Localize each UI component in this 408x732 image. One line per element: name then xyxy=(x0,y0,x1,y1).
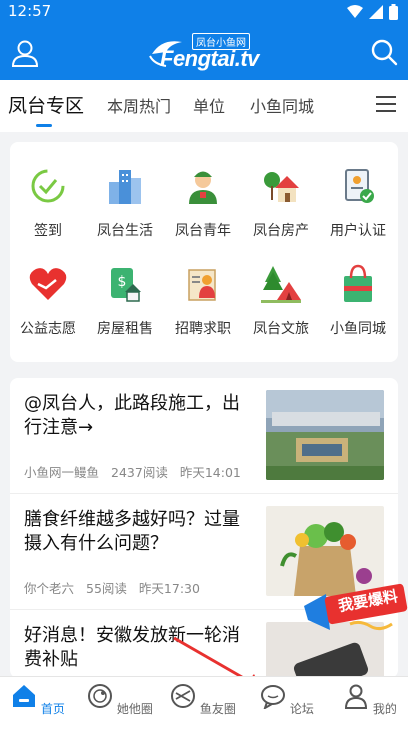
news-time: 昨天17:30 xyxy=(138,581,200,596)
grid-item-house-rental[interactable]: $ 房屋租售 xyxy=(87,264,163,338)
news-reads: 55阅读 xyxy=(86,581,127,596)
tab-units[interactable]: 单位 xyxy=(193,93,225,117)
id-verify-icon xyxy=(345,169,374,203)
grid-label: 凤台青年 xyxy=(175,223,231,239)
house-icon xyxy=(264,172,299,202)
grid-item-fengtai-housing[interactable]: 凤台房产 xyxy=(243,166,319,240)
grid-label: 小鱼同城 xyxy=(330,321,386,337)
app-header: 凤台小鱼网 Fengtai.tv xyxy=(0,24,408,80)
search-icon[interactable] xyxy=(370,38,398,66)
tab-fengtai-zone[interactable]: 凤台专区 xyxy=(8,91,84,118)
grid-item-fengtai-youth[interactable]: 凤台青年 xyxy=(165,166,241,240)
nav-home[interactable]: 首页 xyxy=(3,683,73,717)
nav-circle[interactable]: 她他圈 xyxy=(85,683,155,717)
grid-item-culture-travel[interactable]: 凤台文旅 xyxy=(243,264,319,338)
wifi-icon xyxy=(347,5,363,18)
home-icon xyxy=(13,685,36,707)
tent-icon xyxy=(261,266,301,303)
tab-xiaoyu-city[interactable]: 小鱼同城 xyxy=(250,93,314,117)
grid-label: 凤台生活 xyxy=(97,223,153,239)
app-logo: 凤台小鱼网 Fengtai.tv xyxy=(148,32,262,74)
check-in-icon xyxy=(31,169,65,203)
city-buildings-icon xyxy=(109,170,141,204)
nav-fish-friends-label: 鱼友圈 xyxy=(199,702,236,716)
nav-home-label: 首页 xyxy=(40,702,65,716)
news-meta: 小鱼网一鳗鱼 2437阅读 昨天14:01 xyxy=(24,462,253,481)
news-reads: 2437阅读 xyxy=(111,465,168,480)
news-title: 膳食纤维越多越好吗？过量摄入有什么问题？ xyxy=(24,509,240,554)
news-time: 昨天14:01 xyxy=(179,465,241,480)
grid-label: 凤台文旅 xyxy=(253,321,309,337)
grid-label: 房屋租售 xyxy=(97,321,153,337)
grid-item-check-in[interactable]: 签到 xyxy=(10,166,86,240)
status-bar: 12:57 xyxy=(0,0,408,24)
bottom-navigation: 首页 她他圈 鱼友圈 论坛 我的 xyxy=(0,676,408,732)
report-news-button[interactable]: 我要爆料 xyxy=(300,580,408,640)
menu-icon[interactable] xyxy=(376,96,396,114)
shopping-bag-icon xyxy=(344,264,372,302)
news-source: 你个老六 xyxy=(24,581,75,596)
logo-english-text: Fengtai.tv xyxy=(160,46,259,71)
status-icons xyxy=(347,4,398,20)
chat-bubble-icon xyxy=(261,685,286,711)
youth-person-icon xyxy=(189,171,217,204)
news-thumbnail xyxy=(266,390,384,480)
grid-item-fengtai-life[interactable]: 凤台生活 xyxy=(87,166,163,240)
recruit-icon xyxy=(188,269,216,301)
nav-circle-label: 她他圈 xyxy=(116,702,153,716)
service-grid: 签到 凤台生活 凤台青年 凤台房产 用户认证 公益志愿 $ 房屋租售 招聘求职 … xyxy=(10,142,398,362)
grid-item-user-verify[interactable]: 用户认证 xyxy=(320,166,396,240)
grid-item-xiaoyu-city[interactable]: 小鱼同城 xyxy=(320,264,396,338)
grid-label: 公益志愿 xyxy=(20,321,76,337)
grid-label: 签到 xyxy=(34,223,62,239)
battery-icon xyxy=(389,4,398,20)
grid-label: 招聘求职 xyxy=(175,321,231,337)
grid-item-recruitment[interactable]: 招聘求职 xyxy=(165,264,241,338)
person-icon xyxy=(345,684,368,709)
grid-item-charity[interactable]: 公益志愿 xyxy=(10,264,86,338)
circle-swirl-icon xyxy=(88,684,113,708)
tab-weekly-hot[interactable]: 本周热门 xyxy=(107,93,171,117)
signal-icon xyxy=(369,5,383,19)
news-source: 小鱼网一鳗鱼 xyxy=(24,465,100,480)
nav-fish-friends[interactable]: 鱼友圈 xyxy=(168,683,238,717)
fish-friends-icon xyxy=(171,684,196,708)
grid-label: 凤台房产 xyxy=(253,223,309,239)
nav-mine-label: 我的 xyxy=(372,702,397,716)
heart-handshake-icon xyxy=(29,268,67,300)
news-title: @凤台人，此路段施工，出行注意→ xyxy=(24,393,240,438)
category-tabs: 凤台专区 本周热门 单位 小鱼同城 xyxy=(0,80,408,132)
active-tab-indicator xyxy=(36,124,52,127)
news-meta: 你个老六 55阅读 昨天17:30 xyxy=(24,578,212,597)
grid-label: 用户认证 xyxy=(330,223,386,239)
user-profile-icon[interactable] xyxy=(10,38,40,68)
status-time: 12:57 xyxy=(8,2,52,20)
news-item[interactable]: @凤台人，此路段施工，出行注意→ 小鱼网一鳗鱼 2437阅读 昨天14:01 xyxy=(10,378,398,494)
nav-forum-label: 论坛 xyxy=(289,702,314,716)
rent-house-icon: $ xyxy=(111,268,141,302)
nav-mine[interactable]: 我的 xyxy=(335,683,405,717)
nav-forum[interactable]: 论坛 xyxy=(252,683,322,717)
svg-text:$: $ xyxy=(118,274,127,290)
